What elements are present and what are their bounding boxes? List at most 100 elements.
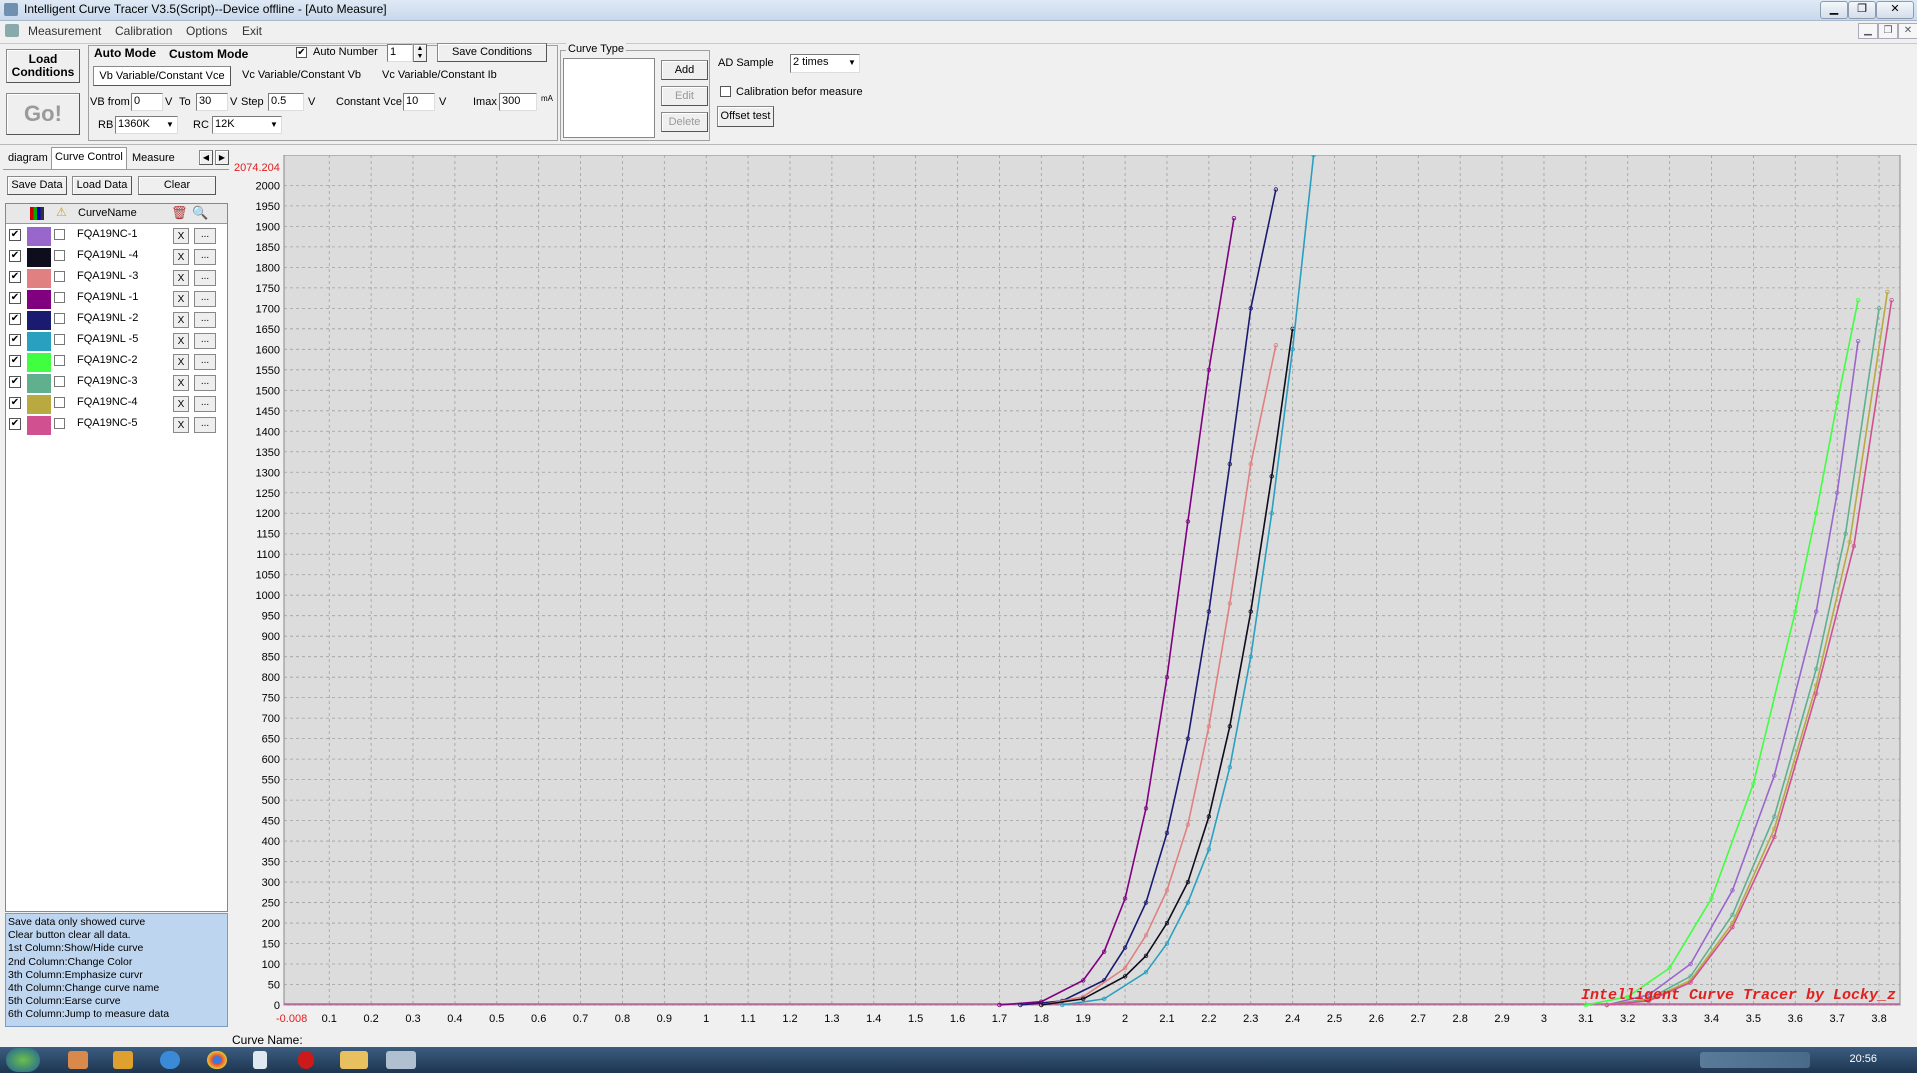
color-swatch[interactable] xyxy=(27,227,51,246)
tab-vc-variable-ib[interactable]: Vc Variable/Constant Ib xyxy=(382,69,497,81)
taskbar-chrome-icon[interactable] xyxy=(207,1051,227,1069)
erase-curve-button[interactable]: X xyxy=(173,396,189,412)
menu-exit[interactable]: Exit xyxy=(242,24,262,38)
erase-curve-button[interactable]: X xyxy=(173,270,189,286)
taskbar-media-icon[interactable] xyxy=(113,1051,133,1069)
tab-measure-data[interactable]: Measure Data xyxy=(129,149,199,167)
taskbar-app-icon[interactable] xyxy=(68,1051,88,1069)
go-button[interactable]: Go! xyxy=(6,93,80,135)
emphasize-checkbox[interactable] xyxy=(54,376,65,387)
show-curve-checkbox[interactable]: ✔ xyxy=(9,250,21,262)
imax-input[interactable]: 300 xyxy=(499,93,537,111)
to-input[interactable]: 30 xyxy=(196,93,228,111)
color-swatch[interactable] xyxy=(27,416,51,435)
show-curve-checkbox[interactable]: ✔ xyxy=(9,271,21,283)
tab-scroll-right-button[interactable]: ▶ xyxy=(215,150,229,165)
taskbar-doc-icon[interactable] xyxy=(253,1051,267,1069)
tab-diagram[interactable]: diagram xyxy=(5,149,51,167)
maximize-button[interactable]: ❐ xyxy=(1848,1,1876,19)
tab-scroll-left-button[interactable]: ◀ xyxy=(199,150,213,165)
emphasize-checkbox[interactable] xyxy=(54,355,65,366)
menu-calibration[interactable]: Calibration xyxy=(115,24,172,38)
curve-name[interactable]: FQA19NL -1 xyxy=(77,291,138,303)
curve-name[interactable]: FQA19NC-1 xyxy=(77,228,138,240)
color-swatch[interactable] xyxy=(27,374,51,393)
vb-from-input[interactable]: 0 xyxy=(131,93,163,111)
minimize-button[interactable]: ▁ xyxy=(1820,1,1848,19)
step-input[interactable]: 0.5 xyxy=(268,93,304,111)
curve-type-list[interactable] xyxy=(563,58,655,138)
show-curve-checkbox[interactable]: ✔ xyxy=(9,313,21,325)
jump-to-data-button[interactable]: ... xyxy=(194,312,216,328)
emphasize-checkbox[interactable] xyxy=(54,334,65,345)
color-swatch[interactable] xyxy=(27,248,51,267)
auto-mode-tab[interactable]: Auto Mode xyxy=(94,46,156,60)
chevron-down-icon[interactable]: ▼ xyxy=(268,119,280,131)
tray-icons[interactable] xyxy=(1700,1052,1810,1068)
color-swatch[interactable] xyxy=(27,353,51,372)
color-swatch[interactable] xyxy=(27,332,51,351)
emphasize-checkbox[interactable] xyxy=(54,397,65,408)
chevron-down-icon[interactable]: ▼ xyxy=(164,119,176,131)
curve-name[interactable]: FQA19NL -2 xyxy=(77,312,138,324)
taskbar-curve-tracer-icon[interactable] xyxy=(386,1051,416,1069)
emphasize-checkbox[interactable] xyxy=(54,271,65,282)
color-swatch[interactable] xyxy=(27,311,51,330)
show-curve-checkbox[interactable]: ✔ xyxy=(9,418,21,430)
offset-test-button[interactable]: Offset test xyxy=(717,106,774,127)
jump-to-data-button[interactable]: ... xyxy=(194,333,216,349)
save-conditions-button[interactable]: Save Conditions xyxy=(437,43,547,62)
color-swatch[interactable] xyxy=(27,269,51,288)
erase-curve-button[interactable]: X xyxy=(173,354,189,370)
add-button[interactable]: Add xyxy=(661,60,708,80)
curve-name[interactable]: FQA19NC-3 xyxy=(77,375,138,387)
erase-curve-button[interactable]: X xyxy=(173,249,189,265)
erase-curve-button[interactable]: X xyxy=(173,417,189,433)
auto-number-spinner[interactable]: ▲ ▼ xyxy=(413,44,427,62)
menu-measurement[interactable]: Measurement xyxy=(28,24,101,38)
jump-to-data-button[interactable]: ... xyxy=(194,396,216,412)
show-curve-checkbox[interactable]: ✔ xyxy=(9,334,21,346)
taskbar-opera-icon[interactable] xyxy=(298,1051,314,1069)
tab-vc-variable-vb[interactable]: Vc Variable/Constant Vb xyxy=(242,69,361,81)
auto-number-input[interactable]: 1 xyxy=(387,44,413,62)
load-conditions-button[interactable]: Load Conditions xyxy=(6,49,80,83)
erase-curve-button[interactable]: X xyxy=(173,375,189,391)
menu-options[interactable]: Options xyxy=(186,24,227,38)
curve-name[interactable]: FQA19NL -4 xyxy=(77,249,138,261)
clock[interactable]: 20:56 xyxy=(1849,1053,1877,1065)
tab-vb-variable[interactable]: Vb Variable/Constant Vce xyxy=(93,66,231,86)
tab-curve-control[interactable]: Curve Control xyxy=(51,147,127,169)
chevron-down-icon[interactable]: ▼ xyxy=(846,57,858,69)
start-button[interactable] xyxy=(6,1048,40,1072)
rc-select[interactable]: 12K ▼ xyxy=(212,116,282,134)
curve-name[interactable]: FQA19NL -3 xyxy=(77,270,138,282)
jump-to-data-button[interactable]: ... xyxy=(194,270,216,286)
erase-curve-button[interactable]: X xyxy=(173,312,189,328)
show-curve-checkbox[interactable]: ✔ xyxy=(9,292,21,304)
erase-curve-button[interactable]: X xyxy=(173,333,189,349)
jump-to-data-button[interactable]: ... xyxy=(194,291,216,307)
show-curve-checkbox[interactable]: ✔ xyxy=(9,376,21,388)
mdi-minimize-button[interactable]: ▁ xyxy=(1858,23,1878,39)
taskbar-explorer-icon[interactable] xyxy=(340,1051,368,1069)
curve-name[interactable]: FQA19NC-5 xyxy=(77,417,138,429)
edit-button[interactable]: Edit xyxy=(661,86,708,106)
auto-number-checkbox[interactable]: ✔ xyxy=(296,47,307,58)
jump-to-data-button[interactable]: ... xyxy=(194,354,216,370)
constant-vce-input[interactable]: 10 xyxy=(403,93,435,111)
delete-button[interactable]: Delete xyxy=(661,112,708,132)
rb-select[interactable]: 1360K ▼ xyxy=(115,116,178,134)
curve-name[interactable]: FQA19NC-2 xyxy=(77,354,138,366)
curve-name[interactable]: FQA19NL -5 xyxy=(77,333,138,345)
show-curve-checkbox[interactable]: ✔ xyxy=(9,397,21,409)
jump-to-data-button[interactable]: ... xyxy=(194,249,216,265)
show-curve-checkbox[interactable]: ✔ xyxy=(9,229,21,241)
load-data-button[interactable]: Load Data xyxy=(72,176,132,195)
color-swatch[interactable] xyxy=(27,395,51,414)
jump-to-data-button[interactable]: ... xyxy=(194,417,216,433)
emphasize-checkbox[interactable] xyxy=(54,292,65,303)
emphasize-checkbox[interactable] xyxy=(54,250,65,261)
calibration-checkbox[interactable] xyxy=(720,86,731,97)
custom-mode-tab[interactable]: Custom Mode xyxy=(169,47,248,61)
